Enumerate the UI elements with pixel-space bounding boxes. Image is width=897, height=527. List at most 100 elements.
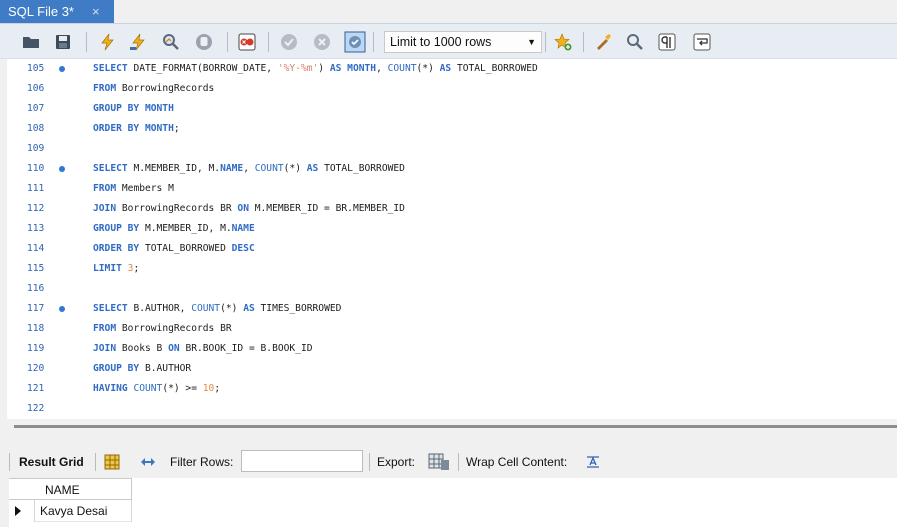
code-text: SELECT B.AUTHOR, COUNT(*) AS TIMES_BORRO…	[93, 303, 342, 314]
code-text: ORDER BY TOTAL_BORROWED DESC	[93, 243, 255, 254]
export-icon[interactable]	[428, 452, 450, 472]
statement-marker-icon	[59, 166, 65, 172]
code-text: JOIN BorrowingRecords BR ON M.MEMBER_ID …	[93, 203, 405, 214]
beautify-icon[interactable]	[594, 33, 612, 51]
caret-right-icon	[15, 506, 21, 516]
toolbar-separator	[458, 453, 459, 471]
code-line[interactable]: 110 SELECT M.MEMBER_ID, M.NAME, COUNT(*) …	[7, 159, 897, 179]
result-grid[interactable]: NAME Kavya Desai	[9, 478, 897, 527]
bookmark-icon[interactable]	[554, 33, 572, 51]
code-line[interactable]: 112 JOIN BorrowingRecords BR ON M.MEMBER_…	[7, 199, 897, 219]
close-icon[interactable]: ×	[92, 0, 100, 23]
save-icon[interactable]	[54, 33, 72, 51]
line-number: 109	[27, 143, 45, 154]
filter-rows-input[interactable]	[241, 450, 363, 472]
wrap-icon[interactable]	[693, 33, 711, 51]
toolbar-separator	[227, 32, 228, 52]
column-header-label: NAME	[45, 483, 80, 497]
wrap-cell-icon[interactable]	[585, 454, 601, 470]
toolbar-separator	[373, 32, 374, 52]
row-indicator[interactable]	[9, 500, 35, 522]
toolbar-separator	[545, 32, 546, 52]
table-cell[interactable]: Kavya Desai	[35, 500, 132, 522]
sql-editor[interactable]: 105 SELECT DATE_FORMAT(BORROW_DATE, '%Y-%…	[7, 59, 897, 419]
line-number: 106	[27, 83, 45, 94]
toolbar-separator	[95, 453, 96, 471]
code-line[interactable]: 122	[7, 399, 897, 419]
toolbar-separator	[9, 453, 10, 471]
code-line[interactable]: 113 GROUP BY M.MEMBER_ID, M.NAME	[7, 219, 897, 239]
code-text: HAVING COUNT(*) >= 10;	[93, 383, 221, 394]
code-line[interactable]: 105 SELECT DATE_FORMAT(BORROW_DATE, '%Y-%…	[7, 59, 897, 79]
tab-title: SQL File 3*	[8, 4, 74, 19]
code-line[interactable]: 108 ORDER BY MONTH;	[7, 119, 897, 139]
tab-bar: SQL File 3* ×	[0, 0, 897, 24]
code-text: FROM BorrowingRecords BR	[93, 323, 232, 334]
line-number: 122	[27, 403, 45, 414]
code-text: FROM Members M	[93, 183, 174, 194]
chevron-down-icon: ▼	[527, 37, 536, 47]
line-number: 121	[27, 383, 45, 394]
result-grid-tab[interactable]: Result Grid	[19, 455, 84, 469]
toggle-error-icon[interactable]	[238, 33, 256, 51]
sql-toolbar: Limit to 1000 rows ▼	[0, 24, 897, 59]
limit-rows-select[interactable]: Limit to 1000 rows ▼	[384, 31, 542, 53]
code-line[interactable]: 120 GROUP BY B.AUTHOR	[7, 359, 897, 379]
filter-rows-label: Filter Rows:	[170, 455, 234, 469]
rollback-icon[interactable]	[313, 33, 331, 51]
code-line[interactable]: 115 LIMIT 3;	[7, 259, 897, 279]
toolbar-separator	[268, 32, 269, 52]
code-text: LIMIT 3;	[93, 263, 140, 274]
code-line[interactable]: 118 FROM BorrowingRecords BR	[7, 319, 897, 339]
tab-sql-file[interactable]: SQL File 3* ×	[0, 0, 114, 23]
code-text: GROUP BY B.AUTHOR	[93, 363, 192, 374]
autocommit-icon[interactable]	[344, 31, 366, 53]
code-line[interactable]: 111 FROM Members M	[7, 179, 897, 199]
statement-marker-icon	[59, 306, 65, 312]
code-line[interactable]: 117 SELECT B.AUTHOR, COUNT(*) AS TIMES_BO…	[7, 299, 897, 319]
code-text: GROUP BY M.MEMBER_ID, M.NAME	[93, 223, 255, 234]
line-number: 112	[27, 203, 45, 214]
code-text: ORDER BY MONTH;	[93, 123, 180, 134]
line-number: 107	[27, 103, 45, 114]
wrap-cell-label: Wrap Cell Content:	[466, 455, 568, 469]
limit-rows-value: Limit to 1000 rows	[390, 35, 492, 49]
panel-splitter[interactable]	[14, 425, 897, 428]
invisible-chars-icon[interactable]	[658, 33, 676, 51]
code-line[interactable]: 114 ORDER BY TOTAL_BORROWED DESC	[7, 239, 897, 259]
commit-icon[interactable]	[280, 33, 298, 51]
code-line[interactable]: 121 HAVING COUNT(*) >= 10;	[7, 379, 897, 399]
code-line[interactable]: 107 GROUP BY MONTH	[7, 99, 897, 119]
find-icon[interactable]	[626, 33, 644, 51]
line-number: 120	[27, 363, 45, 374]
line-number: 116	[27, 283, 45, 294]
line-number: 108	[27, 123, 45, 134]
toolbar-separator	[86, 32, 87, 52]
grid-icon[interactable]	[104, 454, 120, 470]
folder-icon[interactable]	[22, 33, 40, 51]
line-number: 118	[27, 323, 45, 334]
code-text: SELECT DATE_FORMAT(BORROW_DATE, '%Y-%m')…	[93, 63, 538, 74]
statement-marker-icon	[59, 66, 65, 72]
code-text: SELECT M.MEMBER_ID, M.NAME, COUNT(*) AS …	[93, 163, 405, 174]
code-line[interactable]: 109	[7, 139, 897, 159]
column-header-name[interactable]: NAME	[9, 478, 132, 500]
toolbar-separator	[369, 453, 370, 471]
execute-current-icon[interactable]	[129, 33, 147, 51]
toolbar-separator	[583, 32, 584, 52]
line-number: 114	[27, 243, 45, 254]
code-line[interactable]: 116	[7, 279, 897, 299]
line-number: 115	[27, 263, 45, 274]
line-number: 111	[27, 183, 45, 194]
code-line[interactable]: 106 FROM BorrowingRecords	[7, 79, 897, 99]
line-number: 119	[27, 343, 45, 354]
result-toolbar: Result Grid Filter Rows: Export: Wrap Ce…	[0, 447, 897, 477]
refresh-icon[interactable]	[139, 454, 157, 470]
code-text: FROM BorrowingRecords	[93, 83, 215, 94]
export-label: Export:	[377, 455, 416, 469]
execute-icon[interactable]	[98, 33, 116, 51]
explain-icon[interactable]	[162, 33, 180, 51]
code-line[interactable]: 119 JOIN Books B ON BR.BOOK_ID = B.BOOK_I…	[7, 339, 897, 359]
stop-icon[interactable]	[195, 33, 213, 51]
line-number: 113	[27, 223, 45, 234]
